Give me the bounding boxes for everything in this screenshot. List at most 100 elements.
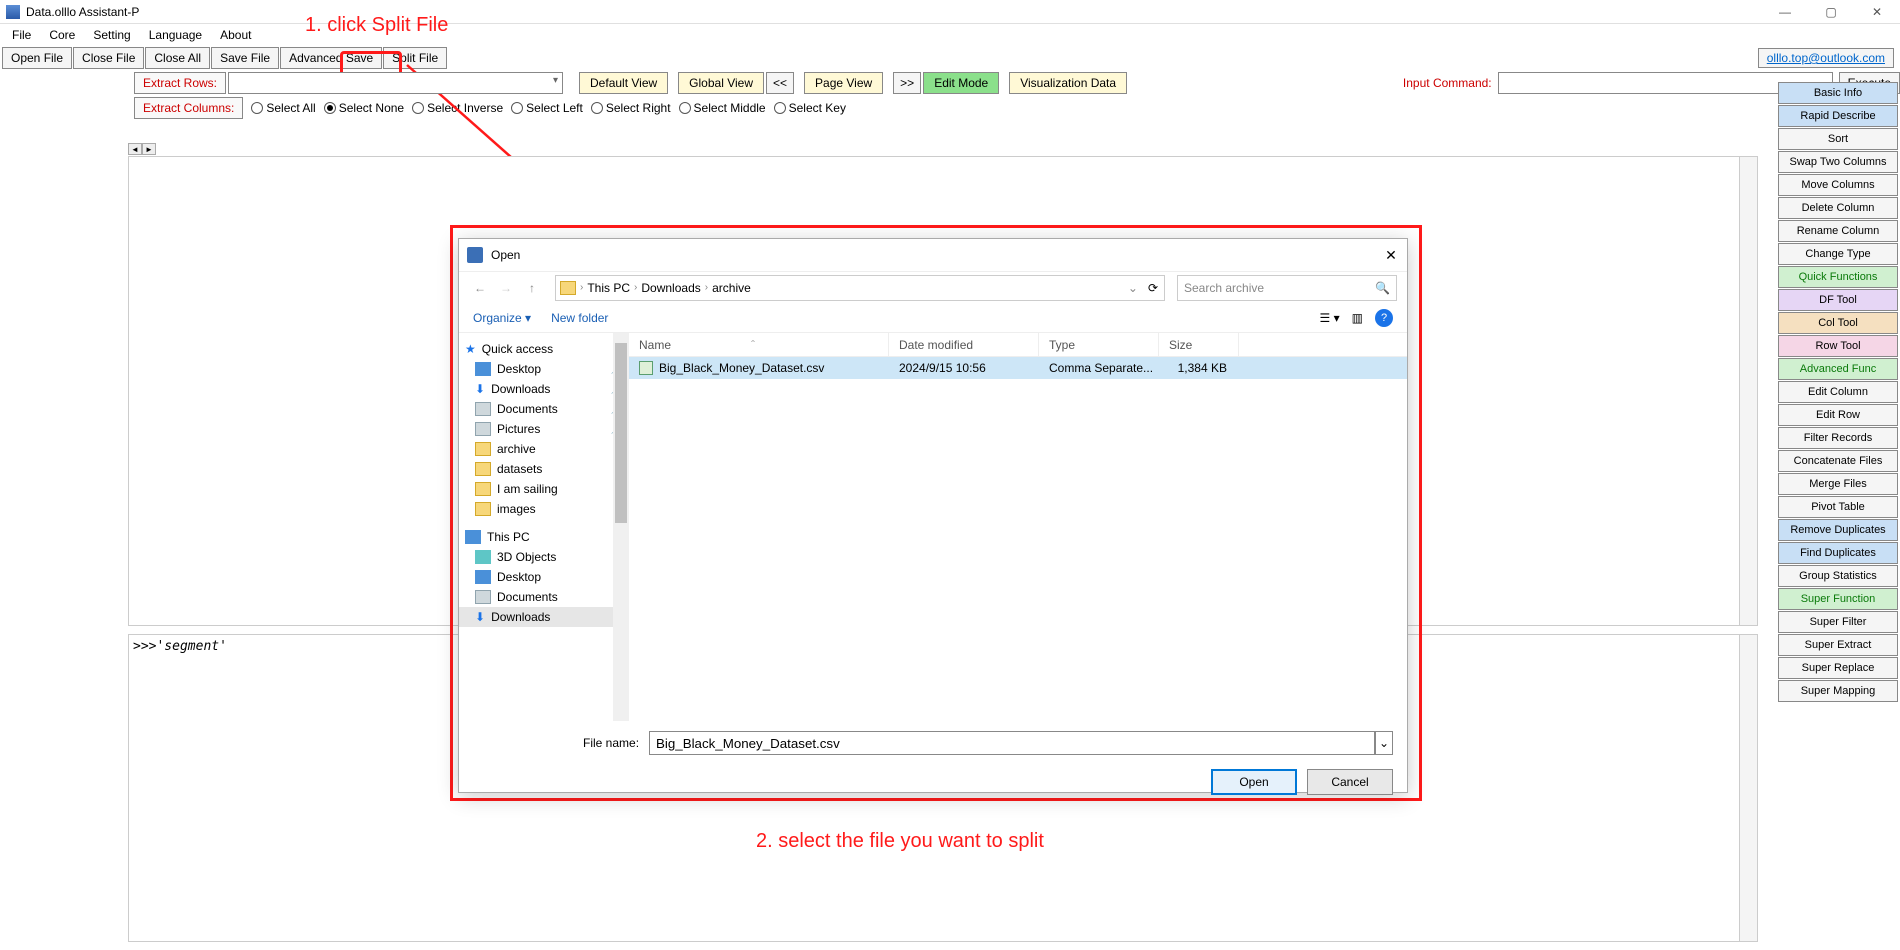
sidebar-rename-column[interactable]: Rename Column (1778, 220, 1898, 242)
file-row-selected[interactable]: Big_Black_Money_Dataset.csv 2024/9/15 10… (629, 357, 1407, 379)
nav-desktop2[interactable]: Desktop (459, 567, 629, 587)
radio-select-left[interactable]: Select Left (511, 101, 583, 115)
scroll-right-icon[interactable]: ► (142, 143, 156, 155)
organize-menu[interactable]: Organize ▾ (473, 311, 531, 325)
nav-images[interactable]: images (459, 499, 629, 519)
breadcrumb-downloads[interactable]: Downloads (641, 281, 700, 295)
sidebar-change-type[interactable]: Change Type (1778, 243, 1898, 265)
dialog-search-input[interactable]: Search archive 🔍 (1177, 275, 1397, 301)
nav-back-button[interactable]: ← (469, 277, 491, 299)
radio-select-all[interactable]: Select All (251, 101, 315, 115)
vertical-scrollbar[interactable] (1739, 635, 1757, 941)
nav-quick-access[interactable]: ★Quick access (459, 339, 629, 359)
visualization-data-button[interactable]: Visualization Data (1009, 72, 1127, 94)
sidebar-super-replace[interactable]: Super Replace (1778, 657, 1898, 679)
menu-core[interactable]: Core (41, 26, 83, 44)
sidebar-swap-two-columns[interactable]: Swap Two Columns (1778, 151, 1898, 173)
menu-language[interactable]: Language (141, 26, 210, 44)
sidebar-super-function[interactable]: Super Function (1778, 588, 1898, 610)
sidebar-edit-column[interactable]: Edit Column (1778, 381, 1898, 403)
sidebar-super-mapping[interactable]: Super Mapping (1778, 680, 1898, 702)
sidebar-super-extract[interactable]: Super Extract (1778, 634, 1898, 656)
nav-sailing[interactable]: I am sailing (459, 479, 629, 499)
next-page-button[interactable]: >> (893, 72, 921, 94)
nav-up-button[interactable]: ↑ (521, 277, 543, 299)
sidebar-filter-records[interactable]: Filter Records (1778, 427, 1898, 449)
sidebar-row-tool[interactable]: Row Tool (1778, 335, 1898, 357)
open-file-button[interactable]: Open File (2, 47, 72, 69)
edit-mode-button[interactable]: Edit Mode (923, 72, 999, 94)
col-size[interactable]: Size (1159, 333, 1239, 356)
close-button[interactable]: ✕ (1854, 0, 1900, 24)
nav-desktop[interactable]: Desktop📌 (459, 359, 629, 379)
sidebar-col-tool[interactable]: Col Tool (1778, 312, 1898, 334)
col-type[interactable]: Type (1039, 333, 1159, 356)
refresh-icon[interactable]: ⟳ (1148, 281, 1158, 295)
close-all-button[interactable]: Close All (145, 47, 210, 69)
sidebar-pivot-table[interactable]: Pivot Table (1778, 496, 1898, 518)
dialog-cancel-button[interactable]: Cancel (1307, 769, 1393, 795)
default-view-button[interactable]: Default View (579, 72, 668, 94)
breadcrumb-root[interactable]: This PC (587, 281, 630, 295)
sidebar-find-duplicates[interactable]: Find Duplicates (1778, 542, 1898, 564)
nav-documents2[interactable]: Documents (459, 587, 629, 607)
close-file-button[interactable]: Close File (73, 47, 144, 69)
nav-forward-button[interactable]: → (495, 277, 517, 299)
breadcrumb-archive[interactable]: archive (712, 281, 751, 295)
sidebar-group-statistics[interactable]: Group Statistics (1778, 565, 1898, 587)
sidebar-edit-row[interactable]: Edit Row (1778, 404, 1898, 426)
nav-3d-objects[interactable]: 3D Objects (459, 547, 629, 567)
address-bar[interactable]: › This PC › Downloads › archive ⌄ ⟳ (555, 275, 1165, 301)
sidebar-merge-files[interactable]: Merge Files (1778, 473, 1898, 495)
vertical-scrollbar[interactable] (1739, 157, 1757, 625)
addr-dropdown-icon[interactable]: ⌄ (1128, 281, 1138, 295)
sidebar-quick-functions[interactable]: Quick Functions (1778, 266, 1898, 288)
menu-about[interactable]: About (212, 26, 259, 44)
preview-pane-icon[interactable]: ▥ (1352, 311, 1363, 325)
radio-select-inverse[interactable]: Select Inverse (412, 101, 503, 115)
sidebar-super-filter[interactable]: Super Filter (1778, 611, 1898, 633)
sidebar-advanced-func[interactable]: Advanced Func (1778, 358, 1898, 380)
view-options-icon[interactable]: ☰ ▾ (1320, 311, 1340, 325)
nav-this-pc[interactable]: This PC (459, 527, 629, 547)
sidebar-delete-column[interactable]: Delete Column (1778, 197, 1898, 219)
advanced-save-button[interactable]: Advanced Save (280, 47, 382, 69)
sidebar-basic-info[interactable]: Basic Info (1778, 82, 1898, 104)
sidebar-sort[interactable]: Sort (1778, 128, 1898, 150)
split-file-button[interactable]: Split File (383, 47, 447, 69)
col-name[interactable]: Nameˆ (629, 333, 889, 356)
radio-select-none[interactable]: Select None (324, 101, 404, 115)
new-folder-button[interactable]: New folder (551, 311, 608, 325)
radio-select-right[interactable]: Select Right (591, 101, 671, 115)
maximize-button[interactable]: ▢ (1808, 0, 1854, 24)
nav-downloads2[interactable]: ⬇Downloads (459, 607, 629, 627)
global-view-button[interactable]: Global View (678, 72, 764, 94)
nav-downloads[interactable]: ⬇Downloads📌 (459, 379, 629, 399)
radio-select-key[interactable]: Select Key (774, 101, 846, 115)
user-link[interactable]: olllo.top@outlook.com (1758, 48, 1894, 68)
sidebar-move-columns[interactable]: Move Columns (1778, 174, 1898, 196)
sidebar-concatenate-files[interactable]: Concatenate Files (1778, 450, 1898, 472)
prev-page-button[interactable]: << (766, 72, 794, 94)
nav-datasets[interactable]: datasets (459, 459, 629, 479)
minimize-button[interactable]: — (1762, 0, 1808, 24)
col-date[interactable]: Date modified (889, 333, 1039, 356)
scroll-left-icon[interactable]: ◄ (128, 143, 142, 155)
dialog-close-button[interactable]: ✕ (1381, 245, 1401, 265)
radio-select-middle[interactable]: Select Middle (679, 101, 766, 115)
nav-pictures[interactable]: Pictures📌 (459, 419, 629, 439)
sidebar-remove-duplicates[interactable]: Remove Duplicates (1778, 519, 1898, 541)
filename-input[interactable] (649, 731, 1375, 755)
menu-setting[interactable]: Setting (85, 26, 138, 44)
page-view-button[interactable]: Page View (804, 72, 883, 94)
help-icon[interactable]: ? (1375, 309, 1393, 327)
navpane-scrollbar[interactable] (613, 333, 629, 721)
nav-archive[interactable]: archive (459, 439, 629, 459)
filename-dropdown-icon[interactable]: ⌄ (1375, 731, 1393, 755)
nav-documents[interactable]: Documents📌 (459, 399, 629, 419)
dialog-open-button[interactable]: Open (1211, 769, 1297, 795)
save-file-button[interactable]: Save File (211, 47, 279, 69)
extract-rows-combo[interactable] (228, 72, 563, 94)
sidebar-rapid-describe[interactable]: Rapid Describe (1778, 105, 1898, 127)
sidebar-df-tool[interactable]: DF Tool (1778, 289, 1898, 311)
